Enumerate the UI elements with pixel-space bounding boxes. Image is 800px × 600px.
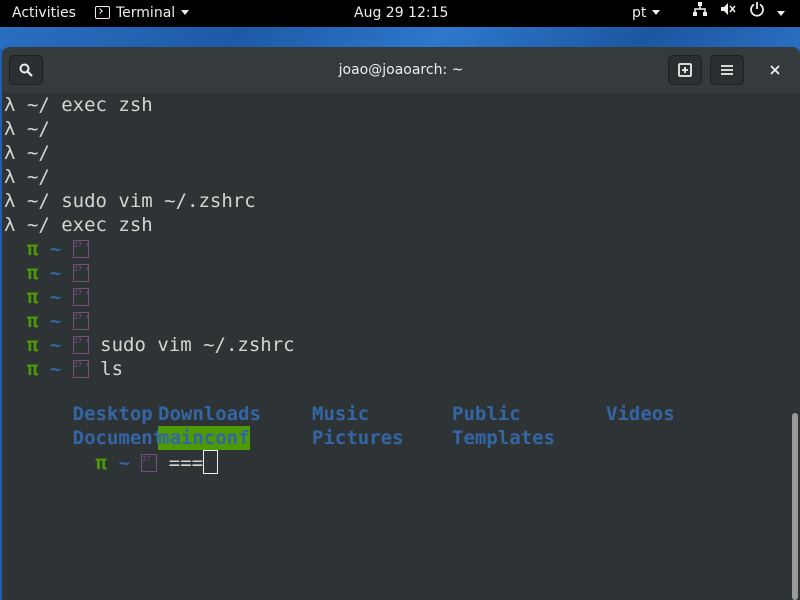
- prompt-directory: ~: [118, 452, 130, 474]
- volume-muted-icon: [720, 0, 737, 27]
- terminal-line: π ~ 27 6F: [4, 261, 100, 285]
- missing-glyph-icon: 27 6F: [72, 360, 89, 378]
- search-button[interactable]: [9, 55, 43, 85]
- terminal-line: π ~ 27 6F: [4, 309, 100, 333]
- terminal-line: π ~ 27 6F: [4, 285, 100, 309]
- language-indicator[interactable]: pt: [632, 0, 661, 27]
- new-tab-icon: [678, 63, 692, 77]
- header-bar: joao@joaoarch: ~: [2, 47, 800, 94]
- new-tab-button[interactable]: [668, 55, 702, 85]
- terminal-line: λ ~/ exec zsh: [4, 93, 153, 117]
- power-icon: [749, 0, 765, 27]
- command-text: exec zsh: [61, 214, 153, 236]
- prompt-directory: ~: [49, 286, 62, 308]
- missing-glyph-icon: 27 6F: [72, 240, 89, 258]
- prompt-symbol: λ ~/: [4, 94, 50, 116]
- command-text: sudo vim ~/.zshrc: [100, 334, 295, 356]
- terminal-output[interactable]: λ ~/ exec zsh λ ~/ λ ~/ λ ~/ λ ~/ sudo vi…: [2, 93, 800, 600]
- terminal-line: λ ~/ sudo vim ~/.zshrc: [4, 189, 256, 213]
- prompt-symbol: π: [26, 238, 39, 260]
- command-text: exec zsh: [61, 94, 153, 116]
- terminal-window: joao@joaoarch: ~ λ ~/ exec zsh λ ~/ λ ~/ …: [2, 47, 800, 600]
- terminal-line: λ ~/: [4, 141, 61, 165]
- prompt-directory: ~: [49, 262, 62, 284]
- prompt-symbol: π: [95, 452, 107, 474]
- prompt-symbol: λ ~/: [4, 118, 50, 140]
- prompt-symbol: λ ~/: [4, 190, 50, 212]
- prompt-symbol: λ ~/: [4, 142, 50, 164]
- ls-output-row-1: Desktop Downloads Music Public Videos: [4, 378, 675, 425]
- ls-output-row-2: Documents mainconf Pictures Templates: [4, 402, 784, 450]
- missing-glyph-icon: 27 6F: [72, 288, 89, 306]
- prompt-symbol: λ ~/: [4, 166, 50, 188]
- system-menu[interactable]: [692, 0, 793, 27]
- prompt-directory: ~: [49, 334, 62, 356]
- activities-button[interactable]: Activities: [12, 0, 76, 27]
- missing-glyph-icon: 27 6F: [72, 336, 89, 354]
- hamburger-icon: [721, 65, 733, 75]
- prompt-symbol: π: [26, 262, 39, 284]
- app-name: Terminal: [116, 5, 176, 21]
- terminal-line: λ ~/: [4, 117, 61, 141]
- desktop-wallpaper: [0, 27, 800, 49]
- command-text: ls: [100, 358, 124, 380]
- missing-glyph-icon: 27 6F: [72, 312, 89, 330]
- missing-glyph-icon: 27 6F: [72, 264, 89, 282]
- terminal-line: π ~ 27 6F sudo vim ~/.zshrc: [4, 333, 295, 357]
- ls-entry: Pictures: [312, 427, 404, 449]
- terminal-line: π ~ 27 6F: [4, 237, 100, 261]
- prompt-symbol: λ ~/: [4, 214, 50, 236]
- prompt-symbol: π: [26, 334, 39, 356]
- terminal-icon: [95, 6, 110, 19]
- current-input[interactable]: ===: [169, 452, 203, 474]
- prompt-directory: ~: [49, 358, 62, 380]
- missing-glyph-icon: 27 6F: [141, 454, 158, 472]
- search-icon: [19, 63, 33, 77]
- close-button[interactable]: [758, 55, 792, 85]
- chevron-down-icon: [777, 11, 786, 16]
- network-icon: [692, 0, 708, 27]
- chevron-down-icon: [181, 10, 190, 15]
- ls-entry: Templates: [452, 427, 555, 449]
- current-prompt-line: π ~ 27 6F ===: [4, 426, 219, 474]
- menu-button[interactable]: [710, 55, 744, 85]
- clock[interactable]: Aug 29 12:15: [354, 0, 448, 27]
- prompt-directory: ~: [49, 238, 62, 260]
- terminal-line: λ ~/ exec zsh: [4, 213, 153, 237]
- prompt-symbol: π: [26, 358, 39, 380]
- scrollbar[interactable]: [792, 413, 798, 600]
- chevron-down-icon: [652, 10, 661, 15]
- close-icon: [770, 65, 780, 75]
- language-label: pt: [632, 5, 647, 21]
- app-menu[interactable]: Terminal: [95, 0, 190, 27]
- terminal-line: λ ~/: [4, 165, 61, 189]
- prompt-symbol: π: [26, 286, 39, 308]
- prompt-directory: ~: [49, 310, 62, 332]
- prompt-symbol: π: [26, 310, 39, 332]
- top-bar: Activities Terminal Aug 29 12:15 pt: [0, 0, 800, 27]
- command-text: sudo vim ~/.zshrc: [61, 190, 256, 212]
- text-cursor: [203, 450, 219, 474]
